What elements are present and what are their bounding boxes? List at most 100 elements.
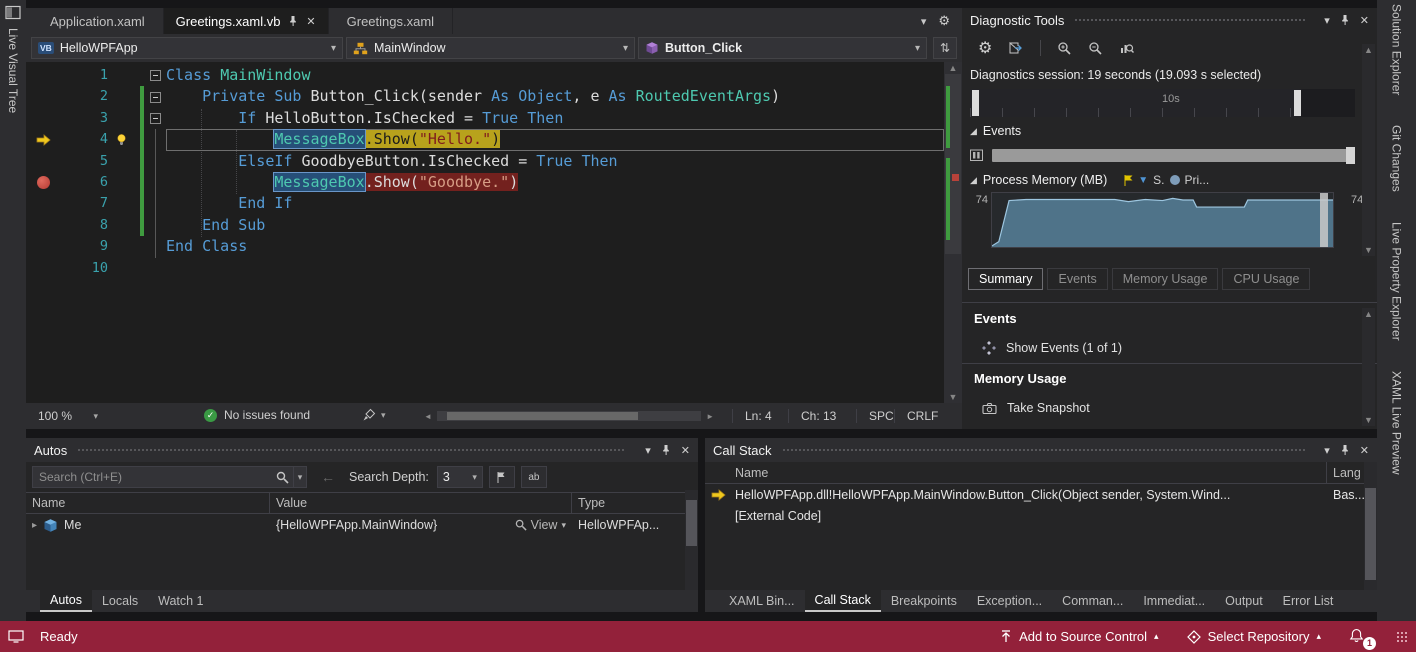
outlining-margin[interactable] (144, 151, 166, 172)
tool-tab-solution-explorer[interactable]: Solution Explorer (1390, 4, 1404, 95)
tool-tab-git-changes[interactable]: Git Changes (1390, 125, 1404, 192)
panel-drag-grip[interactable] (782, 448, 1306, 452)
tool-tab-live-visual-tree[interactable]: Live Visual Tree (6, 28, 20, 113)
tab-options-gear-icon[interactable]: ⚙ (938, 13, 950, 29)
stack-frame-row[interactable]: HelloWPFApp.dll!HelloWPFApp.MainWindow.B… (705, 484, 1377, 505)
summary-scrollbar[interactable]: ▲ ▼ (1362, 308, 1375, 426)
zoom-dropdown[interactable]: 100 % ▾ (32, 407, 104, 425)
expander-icon[interactable]: ▸ (32, 520, 37, 531)
outlining-margin[interactable] (144, 108, 166, 129)
pin-icon[interactable] (1339, 14, 1351, 26)
document-list-dropdown-icon[interactable]: ▾ (921, 15, 927, 28)
reset-zoom-icon[interactable] (1119, 41, 1134, 56)
tool-tab-live-property-explorer[interactable]: Live Property Explorer (1390, 222, 1404, 341)
notifications-button[interactable]: 1 (1339, 628, 1374, 646)
pin-icon[interactable] (287, 15, 299, 27)
tab-breakpoints[interactable]: Breakpoints (881, 590, 967, 612)
breakpoint-margin[interactable] (26, 258, 60, 279)
call-stack-scrollbar[interactable] (1364, 462, 1377, 590)
scroll-up-icon[interactable]: ▲ (1362, 44, 1375, 56)
add-to-source-control-button[interactable]: Add to Source Control ▴ (990, 621, 1168, 652)
diagnostics-tab-memory-usage[interactable]: Memory Usage (1112, 268, 1219, 290)
scrollbar-thumb[interactable] (686, 500, 697, 546)
search-icon[interactable] (271, 467, 293, 487)
outlining-margin[interactable] (144, 258, 166, 279)
scroll-up-icon[interactable]: ▲ (1362, 308, 1375, 320)
scroll-up-icon[interactable]: ▲ (944, 62, 962, 74)
outlining-margin[interactable] (144, 129, 166, 150)
panel-drag-grip[interactable] (1074, 18, 1305, 22)
breakpoint-margin[interactable] (26, 172, 60, 193)
document-tab-application-xaml[interactable]: Application.xaml (32, 8, 164, 34)
close-icon[interactable]: ✕ (306, 15, 315, 28)
search-options-chevron-icon[interactable]: ▾ (294, 466, 307, 488)
document-tab-greetings-xaml-vb[interactable]: Greetings.xaml.vb✕ (164, 8, 329, 34)
tool-tab-xaml-live-preview[interactable]: XAML Live Preview (1390, 371, 1404, 475)
class-dropdown[interactable]: MainWindow ▾ (346, 37, 635, 59)
member-dropdown[interactable]: Button_Click ▾ (638, 37, 927, 59)
diagnostics-tab-summary[interactable]: Summary (968, 268, 1043, 290)
panel-menu-chevron-icon[interactable]: ▾ (1324, 444, 1330, 457)
code-editor[interactable]: 1Class MainWindow2 Private Sub Button_Cl… (26, 62, 962, 403)
scroll-left-icon[interactable]: ◄ (424, 412, 432, 421)
diagnostics-scrollbar[interactable]: ▲ ▼ (1362, 44, 1375, 256)
code-line-text[interactable]: End If (166, 193, 944, 214)
spaces-indicator[interactable]: SPC (856, 409, 894, 423)
timeline-selection-end-handle[interactable] (1294, 90, 1301, 116)
document-health-indicator[interactable]: ✓ No issues found (204, 408, 310, 422)
memory-chart[interactable] (991, 192, 1334, 248)
outlining-margin[interactable] (144, 172, 166, 193)
close-icon[interactable]: ✕ (1360, 14, 1369, 27)
autos-scrollbar[interactable] (685, 490, 698, 590)
scroll-right-icon[interactable]: ► (706, 412, 714, 421)
outlining-margin[interactable] (144, 215, 166, 236)
tab-watch-1[interactable]: Watch 1 (148, 590, 213, 612)
scrollbar-thumb[interactable] (1365, 488, 1376, 580)
breakpoint-margin[interactable] (26, 236, 60, 257)
column-header-name[interactable]: Name (26, 493, 270, 513)
code-cleanup-button[interactable]: ▾ (362, 408, 386, 422)
code-line-text[interactable]: MessageBox.Show("Hello.") (166, 129, 944, 150)
screen-icon[interactable] (8, 630, 24, 643)
editor-horizontal-scrollbar[interactable]: ◄ ► (424, 409, 714, 423)
outlining-margin[interactable] (144, 193, 166, 214)
project-dropdown[interactable]: VB HelloWPFApp ▾ (31, 37, 343, 59)
text-visualizer-button[interactable]: ab (521, 466, 547, 488)
memory-section-header[interactable]: ◢ Process Memory (MB) ▼ S. Pri... (962, 168, 1377, 192)
search-back-icon[interactable]: ← (321, 469, 335, 485)
tab-xaml-bin[interactable]: XAML Bin... (719, 590, 805, 612)
outlining-margin[interactable] (144, 65, 166, 86)
scroll-down-icon[interactable]: ▼ (1362, 244, 1375, 256)
export-icon[interactable] (1008, 41, 1024, 55)
resize-grip[interactable] (1396, 631, 1408, 643)
column-header-value[interactable]: Value (270, 493, 572, 513)
settings-gear-icon[interactable]: ⚙ (978, 38, 992, 58)
diagnostics-tab-events[interactable]: Events (1047, 268, 1107, 290)
breakpoint-margin[interactable] (26, 86, 60, 107)
timeline-selection-start-handle[interactable] (972, 90, 979, 116)
diagnostics-tab-cpu-usage[interactable]: CPU Usage (1222, 268, 1310, 290)
tab-autos[interactable]: Autos (40, 590, 92, 612)
breakpoint-margin[interactable] (26, 193, 60, 214)
code-line-text[interactable]: Class MainWindow (166, 65, 944, 86)
diagnostics-timeline-ruler[interactable]: 10s (970, 89, 1355, 117)
zoom-in-icon[interactable] (1057, 41, 1072, 56)
fold-collapse-box[interactable] (150, 113, 161, 124)
tab-call-stack[interactable]: Call Stack (805, 590, 881, 612)
scroll-down-icon[interactable]: ▼ (944, 391, 962, 403)
pin-icon[interactable] (660, 444, 672, 456)
view-visualizer-dropdown[interactable]: View▾ (515, 518, 566, 532)
code-line-text[interactable]: MessageBox.Show("Goodbye.") (166, 172, 944, 193)
close-icon[interactable]: ✕ (681, 444, 690, 457)
code-line-text[interactable] (166, 258, 944, 279)
show-events-link[interactable]: Show Events (1 of 1) (962, 333, 1377, 363)
pin-icon[interactable] (1339, 444, 1351, 456)
code-line-text[interactable]: ElseIf GoodbyeButton.IsChecked = True Th… (166, 151, 944, 172)
fold-collapse-box[interactable] (150, 70, 161, 81)
code-line-text[interactable]: End Sub (166, 215, 944, 236)
selection-handle-overlay[interactable] (1320, 193, 1328, 247)
code-line-text[interactable]: End Class (166, 236, 944, 257)
outlining-margin[interactable] (144, 236, 166, 257)
breakpoint-margin[interactable] (26, 151, 60, 172)
code-line-text[interactable]: Private Sub Button_Click(sender As Objec… (166, 86, 944, 107)
